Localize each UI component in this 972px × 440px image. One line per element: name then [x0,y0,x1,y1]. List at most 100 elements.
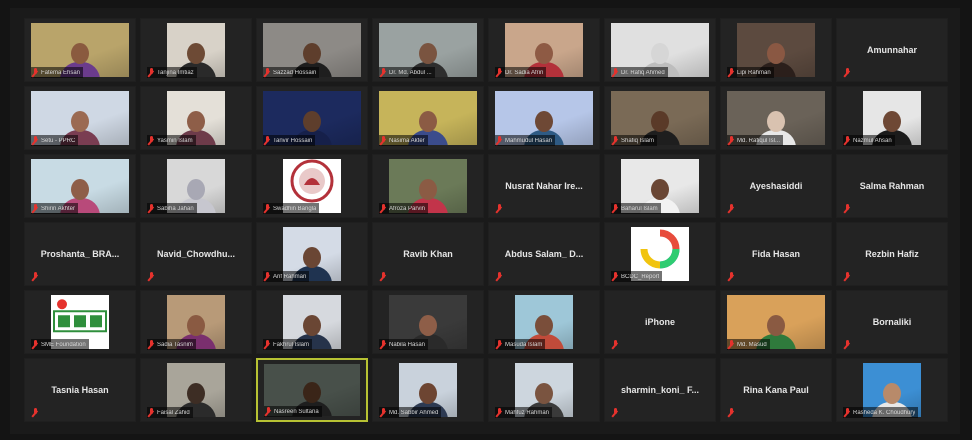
participant-tile[interactable]: Nazmul Ahsan [836,86,948,150]
participant-name: Swadhin Bangla [273,205,317,212]
participant-tile[interactable]: Nasima Akter [372,86,484,150]
muted-mic-icon [612,272,619,281]
participant-name-bar: Md. Masud [727,339,770,350]
participant-name: Afroza Parvin [389,205,426,212]
participant-mic-status [495,271,506,282]
participant-tile[interactable]: Sadia Tasnim [140,290,252,354]
participant-name-bar: Setu - PPRC [31,135,79,146]
participant-tile[interactable]: Navid_Chowdhu... [140,222,252,286]
participant-tile[interactable]: Setu - PPRC [24,86,136,150]
participant-name-bar: Tanvir Hossain [263,135,316,146]
participant-name: Rezbin Hafiz [865,249,919,259]
muted-mic-icon [148,340,155,349]
participant-mic-status [611,339,622,350]
participant-name-bar: Arif Rahman [263,271,310,282]
muted-mic-icon [380,272,387,281]
participant-tile[interactable]: Proshanta_ BRA... [24,222,136,286]
participant-tile[interactable]: Fakhrul Islam [256,290,368,354]
muted-mic-icon [496,408,503,417]
participant-tile[interactable]: Tanvir Hossain [256,86,368,150]
participant-tile[interactable]: Baharul Islam [604,154,716,218]
participant-name-bar: Dr. Md. Abdul ... [379,67,435,78]
participant-mic-status [379,271,390,282]
organization-seal-logo [290,159,334,208]
participant-tile[interactable]: Rasheda K. Choudhury [836,358,948,422]
participant-name: Mahfuz Rahman [505,409,550,416]
participant-tile[interactable]: Md. Sabbir Ahmed [372,358,484,422]
participant-tile[interactable]: Afroza Parvin [372,154,484,218]
participant-name: Mahmudul Hasan [505,137,553,144]
participant-tile[interactable]: Salma Rahman [836,154,948,218]
participant-tile[interactable]: iPhone [604,290,716,354]
participant-mic-status [495,203,506,214]
participant-tile[interactable]: Dr. Sadia Afrin [488,18,600,82]
participant-tile[interactable]: Bornaliki [836,290,948,354]
muted-mic-icon [844,340,851,349]
participant-tile[interactable]: Shirin Akhter [24,154,136,218]
participant-tile[interactable]: Tanjina Imtiaz [140,18,252,82]
participant-name: Fida Hasan [751,249,800,259]
muted-mic-icon [844,272,851,281]
participant-tile[interactable]: Swadhin Bangla [256,154,368,218]
muted-mic-icon [264,68,271,77]
participant-tile[interactable]: Yasmin Islam [140,86,252,150]
participant-tile[interactable]: Ayeshasiddi [720,154,832,218]
participant-tile[interactable]: Sazzad Hossain [256,18,368,82]
participant-name-bar: Sadia Tasnim [147,339,196,350]
participant-mic-status [31,407,42,418]
participant-name: Nusrat Nahar Ire... [505,181,583,191]
muted-mic-icon [612,340,619,349]
participant-tile[interactable]: Ravib Khan [372,222,484,286]
muted-mic-icon [32,204,39,213]
participant-tile[interactable]: Md. Rafiqul Isl... [720,86,832,150]
muted-mic-icon [728,408,735,417]
participant-tile[interactable]: Mahfuz Rahman [488,358,600,422]
participant-tile[interactable]: Fida Hasan [720,222,832,286]
participant-tile[interactable]: Dr. Rafiq Ahmed [604,18,716,82]
participant-tile[interactable]: Nabila Hasan [372,290,484,354]
participant-name: sharmin_koni_ F... [620,385,700,395]
participant-tile[interactable]: Dr. Md. Abdul ... [372,18,484,82]
muted-mic-icon [612,408,619,417]
participant-name: Arif Rahman [273,273,307,280]
participant-name: Ravib Khan [403,249,453,259]
muted-mic-icon [496,136,503,145]
participant-name: Fatema Ehsan [41,69,81,76]
participant-mic-status [727,203,738,214]
participant-tile[interactable]: Abdus Salam_ D... [488,222,600,286]
participant-tile[interactable]: BCDC_Report [604,222,716,286]
participant-mic-status [31,271,42,282]
participant-name: Shafiq Islam [621,137,655,144]
participant-name-bar: Nasreen Sultana [264,406,322,417]
participant-tile[interactable]: Rezbin Hafiz [836,222,948,286]
muted-mic-icon [265,407,272,416]
participant-tile[interactable]: Lipi Rahman [720,18,832,82]
participant-name-bar: Swadhin Bangla [263,203,320,214]
participant-tile[interactable]: Masuda Islam [488,290,600,354]
participant-tile[interactable]: Shafiq Islam [604,86,716,150]
participant-tile[interactable]: Fatema Ehsan [24,18,136,82]
participant-tile-active-speaker[interactable]: Nasreen Sultana [256,358,368,422]
participant-name-bar: Baharul Islam [611,203,661,214]
participant-name: Tanvir Hossain [273,137,313,144]
participant-name: Masuda Islam [505,341,543,348]
organization-ring-logo [637,227,683,277]
participant-tile[interactable]: Tasnia Hasan [24,358,136,422]
participant-name: Nasima Akter [389,137,425,144]
participant-tile[interactable]: Md. Masud [720,290,832,354]
participant-tile[interactable]: Arif Rahman [256,222,368,286]
participant-tile[interactable]: Amunnahar [836,18,948,82]
participant-tile[interactable]: sharmin_koni_ F... [604,358,716,422]
participant-tile[interactable]: Faisal Zahid [140,358,252,422]
participant-name: Rasheda K. Choudhury [853,409,916,416]
muted-mic-icon [380,136,387,145]
participant-tile[interactable]: Sabiha Jahan [140,154,252,218]
participant-name: Md. Sabbir Ahmed [389,409,439,416]
participant-tile[interactable]: Nusrat Nahar Ire... [488,154,600,218]
participant-tile[interactable]: Mahmudul Hasan [488,86,600,150]
participant-tile[interactable]: Rina Kana Paul [720,358,832,422]
muted-mic-icon [380,68,387,77]
participant-name-bar: Mahfuz Rahman [495,407,553,418]
participant-tile[interactable]: SME Foundation [24,290,136,354]
participant-name-bar: Fakhrul Islam [263,339,313,350]
